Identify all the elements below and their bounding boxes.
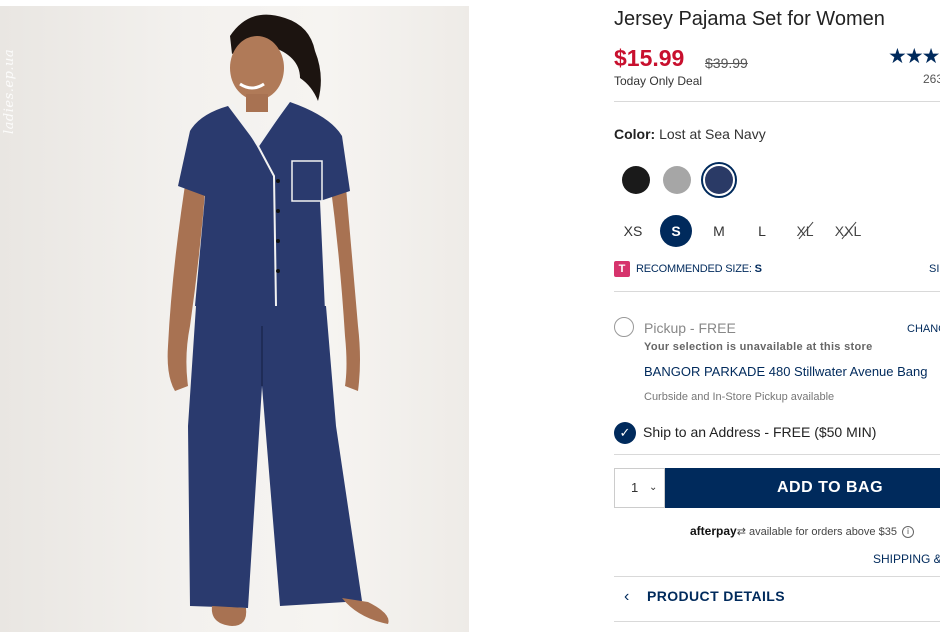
divider xyxy=(614,621,940,622)
review-count[interactable]: 263 xyxy=(923,72,940,86)
recommended-size-label: RECOMMENDED SIZE: xyxy=(636,263,752,275)
size-m[interactable]: M xyxy=(703,215,735,247)
product-title: Jersey Pajama Set for Women xyxy=(614,8,885,30)
recommended-size-value: S xyxy=(754,263,762,275)
divider xyxy=(614,454,940,455)
size-s[interactable]: S xyxy=(660,215,692,247)
size-xxl[interactable]: XXL xyxy=(832,215,864,247)
size-chart-link[interactable]: SI xyxy=(929,263,939,275)
color-heading: Color: xyxy=(614,126,656,142)
chevron-left-icon[interactable]: ‹ xyxy=(624,588,629,606)
color-label: Color: Lost at Sea Navy xyxy=(614,126,766,142)
chevron-down-icon: ⌄ xyxy=(649,482,658,493)
divider xyxy=(614,291,940,292)
ship-checkmark-icon[interactable]: ✓ xyxy=(614,422,636,444)
afterpay-logo: afterpay xyxy=(690,524,737,538)
curbside-note: Curbside and In-Store Pickup available xyxy=(644,391,835,403)
pickup-radio[interactable] xyxy=(614,317,634,337)
watermark: ladies.ep.ua xyxy=(2,48,17,134)
afterpay-note: afterpay⇄ available for orders above $35… xyxy=(690,524,915,538)
unavailable-note: Your selection is unavailable at this st… xyxy=(644,341,873,353)
size-l[interactable]: L xyxy=(746,215,778,247)
info-icon[interactable]: i xyxy=(902,526,915,538)
store-name[interactable]: BANGOR PARKADE 480 Stillwater Avenue Ban… xyxy=(644,364,928,379)
ship-to-address-label[interactable]: Ship to an Address - FREE ($50 MIN) xyxy=(643,424,876,440)
swatch-lost-at-sea-navy[interactable] xyxy=(705,166,733,194)
true-fit-icon: T xyxy=(614,261,630,277)
swatch-heather-gray[interactable] xyxy=(663,166,691,194)
model-illustration xyxy=(167,14,389,626)
afterpay-text: available for orders above $35 xyxy=(748,526,897,538)
divider xyxy=(614,101,940,102)
shipping-returns-link[interactable]: SHIPPING & xyxy=(873,552,940,566)
sale-price: $15.99 xyxy=(614,45,685,71)
recommended-size[interactable]: RECOMMENDED SIZE: S xyxy=(636,263,762,275)
size-xs[interactable]: XS xyxy=(617,215,649,247)
product-details-toggle[interactable]: PRODUCT DETAILS xyxy=(647,588,785,604)
change-store-link[interactable]: CHANG xyxy=(907,323,940,335)
deal-label: Today Only Deal xyxy=(614,74,703,88)
color-name: Lost at Sea Navy xyxy=(659,126,766,142)
quantity-value: 1 xyxy=(631,480,639,495)
quantity-select[interactable]: 1 ⌄ xyxy=(614,468,665,508)
product-image[interactable]: ladies.ep.ua xyxy=(0,6,469,632)
add-to-bag-button[interactable]: ADD TO BAG xyxy=(665,468,940,508)
divider xyxy=(614,576,940,577)
size-xl[interactable]: XL xyxy=(789,215,821,247)
afterpay-arrow-icon: ⇄ xyxy=(736,526,746,538)
swatch-black[interactable] xyxy=(622,166,650,194)
rating-stars[interactable]: ★★★ xyxy=(888,44,940,69)
pickup-label[interactable]: Pickup - FREE xyxy=(644,320,736,336)
original-price: $39.99 xyxy=(705,55,748,71)
